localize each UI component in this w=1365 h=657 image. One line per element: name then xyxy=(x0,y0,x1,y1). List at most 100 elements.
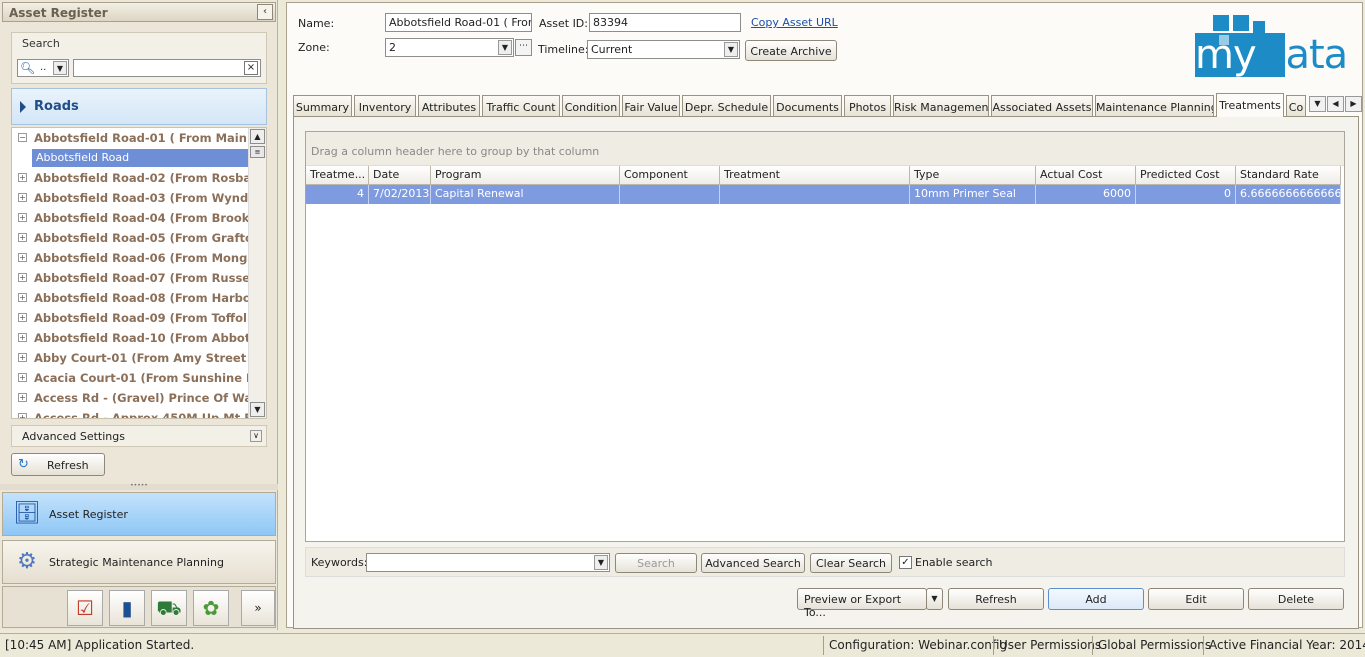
tab-traffic-count[interactable]: Traffic Count xyxy=(482,95,560,116)
tab-depr-schedule[interactable]: Depr. Schedule xyxy=(682,95,771,116)
edit-button[interactable]: Edit xyxy=(1148,588,1244,610)
search-button[interactable]: Search xyxy=(615,553,697,573)
collapse-panel-button[interactable]: ‹ xyxy=(257,4,273,20)
table-cell[interactable]: 6.66666666666667 xyxy=(1236,185,1341,204)
book-icon[interactable]: ▮ xyxy=(109,590,145,626)
group-by-panel[interactable]: Drag a column header here to group by th… xyxy=(306,132,1344,166)
expand-icon[interactable]: + xyxy=(18,293,27,302)
search-input[interactable]: × xyxy=(73,59,261,77)
expand-icon[interactable]: + xyxy=(18,353,27,362)
column-header[interactable]: Treatme... xyxy=(306,166,369,185)
chevron-down-icon[interactable]: ▼ xyxy=(53,61,67,75)
nav-asset-register[interactable]: 🗄︎ Asset Register xyxy=(2,492,276,536)
expand-icon[interactable]: + xyxy=(18,253,27,262)
tree-child-selected[interactable]: Abbotsfield Road xyxy=(32,149,248,167)
tree-item[interactable]: + Abbotsfield Road-08 (From Harbord... xyxy=(12,288,248,308)
tree-item[interactable]: + Abbotsfield Road-04 (From Brooker... xyxy=(12,208,248,228)
tab-documents[interactable]: Documents xyxy=(773,95,842,116)
scroll-up-icon[interactable]: ▲ xyxy=(250,129,265,144)
table-cell[interactable]: 7/02/2013 xyxy=(369,185,431,204)
refresh-tree-button[interactable]: ↻ Refresh xyxy=(11,453,105,476)
more-modules-button[interactable]: » xyxy=(241,590,275,626)
tab-maintenance-planning[interactable]: Maintenance Planning xyxy=(1095,95,1214,116)
clear-search-icon[interactable]: × xyxy=(244,61,258,75)
chevron-down-icon[interactable]: ▼ xyxy=(498,40,512,55)
scroll-down-icon[interactable]: ▼ xyxy=(250,402,265,417)
expand-icon[interactable]: + xyxy=(18,213,27,222)
zone-dropdown[interactable]: 2 ▼ xyxy=(385,38,514,57)
column-header[interactable]: Treatment xyxy=(720,166,910,185)
tab-list-icon[interactable]: ▼ xyxy=(1309,96,1326,112)
tree-item[interactable]: + Access Rd - Approx 450M Up Mt Faul... xyxy=(12,408,248,418)
treatments-grid[interactable]: Drag a column header here to group by th… xyxy=(305,131,1345,542)
tab-next-icon[interactable]: ▶ xyxy=(1345,96,1362,112)
tree-scrollbar[interactable]: ▲ ≡ ▼ xyxy=(248,128,266,418)
plant-icon[interactable]: ✿ xyxy=(193,590,229,626)
expand-icon[interactable]: + xyxy=(18,373,27,382)
tab-fair-value[interactable]: Fair Value xyxy=(622,95,680,116)
column-header[interactable]: Component xyxy=(620,166,720,185)
tab-associated-assets[interactable]: Associated Assets xyxy=(991,95,1093,116)
chevron-down-icon[interactable]: ▼ xyxy=(594,555,608,570)
tree-item[interactable]: + Abbotsfield Road-03 (From Wyndha... xyxy=(12,188,248,208)
asset-tree[interactable]: −Abbotsfield Road-01 ( From Main Ro... A… xyxy=(11,127,267,419)
tree-item[interactable]: + Abbotsfield Road-07 (From Russell ... xyxy=(12,268,248,288)
tab-prev-icon[interactable]: ◀ xyxy=(1327,96,1344,112)
tab-summary[interactable]: Summary xyxy=(293,95,352,116)
tree-item[interactable]: + Abbotsfield Road-02 (From Rosbar ... xyxy=(12,168,248,188)
column-header[interactable]: Type xyxy=(910,166,1036,185)
roads-category-header[interactable]: Roads xyxy=(11,88,267,125)
column-header[interactable]: Date xyxy=(369,166,431,185)
asset-id-value[interactable]: 83394 xyxy=(593,16,628,29)
advanced-settings-toggle[interactable]: Advanced Settings ∨ xyxy=(11,425,267,447)
column-header[interactable]: Predicted Cost xyxy=(1136,166,1236,185)
table-cell[interactable]: 0 xyxy=(1136,185,1236,204)
tree-item[interactable]: + Abbotsfield Road-06 (From Mongan... xyxy=(12,248,248,268)
tab-inventory[interactable]: Inventory xyxy=(354,95,416,116)
search-mode-dropdown[interactable]: 🔍︎ .. ▼ xyxy=(17,59,69,77)
chevron-down-icon[interactable]: ▼ xyxy=(724,42,738,57)
checklist-icon[interactable]: ☑ xyxy=(67,590,103,626)
tree-item[interactable]: + Abbotsfield Road-10 (From Abbotsfi... xyxy=(12,328,248,348)
tab-risk-management[interactable]: Risk Management xyxy=(893,95,989,116)
tab-attributes[interactable]: Attributes xyxy=(418,95,480,116)
tab-photos[interactable]: Photos xyxy=(844,95,891,116)
tree-item[interactable]: + Acacia Court-01 (From Sunshine Ro... xyxy=(12,368,248,388)
column-header[interactable]: Actual Cost xyxy=(1036,166,1136,185)
expand-icon[interactable]: + xyxy=(18,273,27,282)
tab-co[interactable]: Co xyxy=(1286,95,1306,116)
panel-splitter[interactable]: ••••• xyxy=(0,483,278,490)
tab-treatments[interactable]: Treatments xyxy=(1216,93,1284,117)
chevron-down-icon[interactable]: ▼ xyxy=(926,588,943,610)
table-cell[interactable]: Capital Renewal xyxy=(431,185,620,204)
table-cell[interactable]: 6000 xyxy=(1036,185,1136,204)
expand-icon[interactable]: + xyxy=(18,413,27,418)
create-archive-button[interactable]: Create Archive xyxy=(745,40,837,61)
expand-icon[interactable]: + xyxy=(18,393,27,402)
delete-button[interactable]: Delete xyxy=(1248,588,1344,610)
collapse-icon[interactable]: − xyxy=(18,133,27,142)
expand-icon[interactable]: + xyxy=(18,233,27,242)
enable-search-checkbox[interactable]: ✓ xyxy=(899,556,912,569)
tree-item[interactable]: + Abbotsfield Road-09 (From Toffolis ... xyxy=(12,308,248,328)
tree-item[interactable]: −Abbotsfield Road-01 ( From Main Ro... xyxy=(12,128,248,148)
expand-icon[interactable]: + xyxy=(18,193,27,202)
chevron-down-icon[interactable]: ∨ xyxy=(250,430,262,442)
name-value[interactable]: Abbotsfield Road-01 ( From Main xyxy=(389,16,531,29)
nav-strategic-maintenance[interactable]: ⚙ Strategic Maintenance Planning xyxy=(2,540,276,584)
truck-icon[interactable]: ⛟ xyxy=(151,590,187,626)
status-user-permissions[interactable]: User Permissions xyxy=(999,638,1101,652)
name-field[interactable]: Abbotsfield Road-01 ( From Main xyxy=(385,13,532,32)
zone-browse-button[interactable]: ⋯ xyxy=(515,39,532,56)
keywords-input[interactable]: ▼ xyxy=(366,553,610,572)
advanced-search-button[interactable]: Advanced Search xyxy=(701,553,805,573)
timeline-dropdown[interactable]: Current ▼ xyxy=(587,40,740,59)
tree-item[interactable]: + Abby Court-01 (From Amy Street T... xyxy=(12,348,248,368)
tab-condition[interactable]: Condition xyxy=(562,95,620,116)
table-cell[interactable] xyxy=(720,185,910,204)
clear-search-button[interactable]: Clear Search xyxy=(810,553,892,573)
table-cell[interactable] xyxy=(620,185,720,204)
copy-asset-url-link[interactable]: Copy Asset URL xyxy=(751,16,838,29)
table-cell[interactable]: 10mm Primer Seal xyxy=(910,185,1036,204)
expand-icon[interactable]: + xyxy=(18,313,27,322)
